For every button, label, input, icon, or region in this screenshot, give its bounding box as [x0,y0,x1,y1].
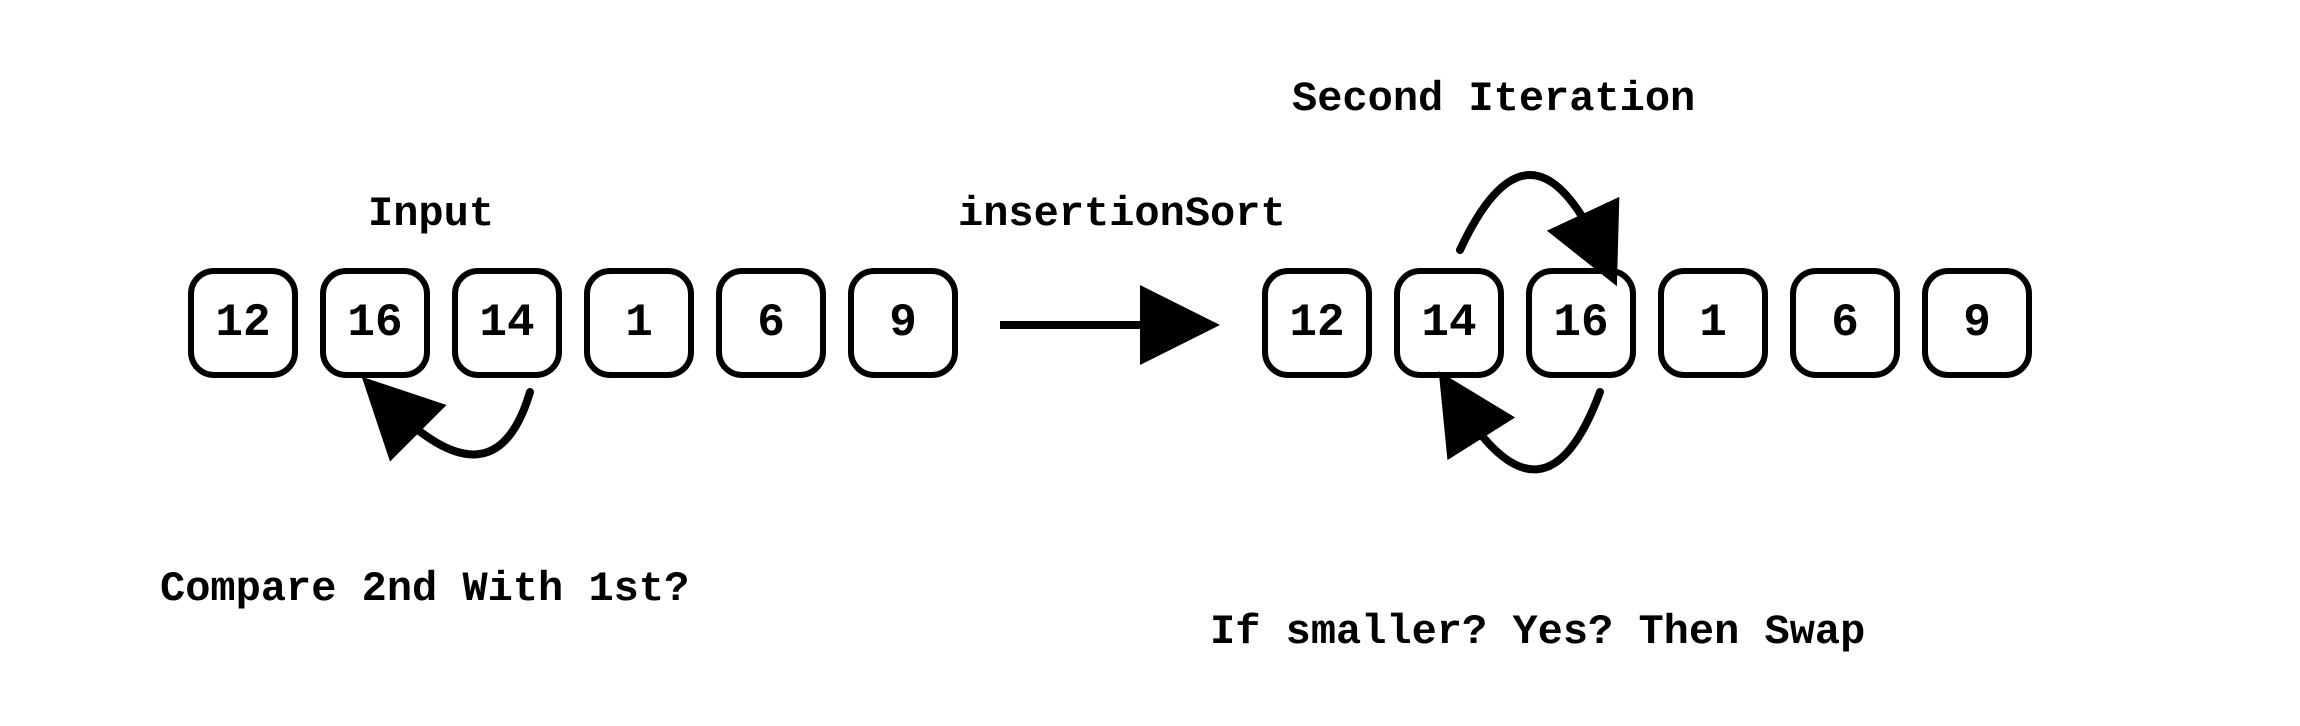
right-cell-2: 16 [1526,268,1636,378]
label-input: Input [368,190,494,238]
left-cell-3: 1 [584,268,694,378]
left-cell-2: 14 [452,268,562,378]
right-cell-4: 6 [1790,268,1900,378]
right-cell-5: 9 [1922,268,2032,378]
diagram-stage: Input insertionSort Second Iteration Com… [0,0,2300,726]
label-compare: Compare 2nd With 1st? [160,565,689,613]
label-swap: If smaller? Yes? Then Swap [1210,608,1865,656]
arrow-swap-right [1460,392,1600,469]
arrow-compare-left [390,392,530,454]
right-cell-0: 12 [1262,268,1372,378]
right-cell-3: 1 [1658,268,1768,378]
left-cell-5: 9 [848,268,958,378]
label-algorithm: insertionSort [958,190,1286,238]
left-cell-1: 16 [320,268,430,378]
right-cell-1: 14 [1394,268,1504,378]
arrow-second-iteration [1460,175,1600,250]
left-cell-0: 12 [188,268,298,378]
label-second-iteration: Second Iteration [1292,75,1695,123]
left-cell-4: 6 [716,268,826,378]
